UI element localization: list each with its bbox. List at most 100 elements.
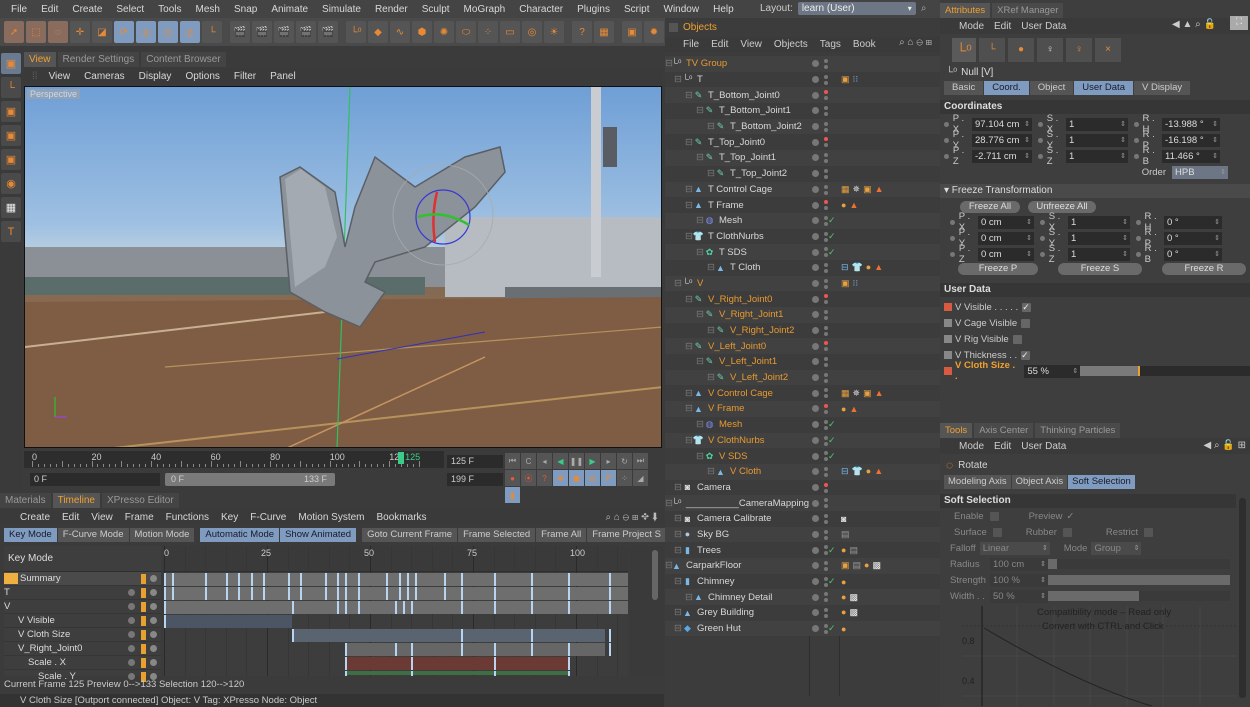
keyframe[interactable]: [345, 643, 348, 656]
viewport-menu-panel[interactable]: Panel: [263, 71, 303, 82]
keyframe[interactable]: [262, 573, 265, 586]
f-curve-mode-button[interactable]: F-Curve Mode: [57, 528, 129, 542]
keyframe[interactable]: [337, 573, 340, 586]
animate-dot[interactable]: [944, 153, 949, 159]
subtab-vdisplay[interactable]: V Display: [1133, 81, 1191, 95]
editor-render-toggle[interactable]: [824, 592, 828, 603]
user-data-checkbox[interactable]: [1021, 318, 1031, 328]
3d-viewport[interactable]: Perspective: [24, 86, 662, 448]
object-row[interactable]: ⊟ ✿ T SDS ✓: [665, 244, 940, 260]
editor-render-toggle[interactable]: [824, 106, 828, 117]
cube-icon[interactable]: ◆: [368, 21, 388, 43]
objects-menu-objects[interactable]: Objects: [768, 39, 814, 50]
timeline-menu-functions[interactable]: Functions: [160, 512, 215, 523]
object-row[interactable]: ⊟ ✎ V_Right_Joint1: [665, 307, 940, 323]
object-row[interactable]: ⊟ ✎ T_Bottom_Joint1: [665, 103, 940, 119]
object-row[interactable]: ⊟ └⁰ V ▣ ⁝⁝: [665, 275, 940, 292]
editor-render-toggle[interactable]: [824, 529, 828, 540]
radius-slider[interactable]: [1048, 559, 1230, 569]
user-data-checkbox[interactable]: [1012, 334, 1022, 344]
enabled-check-icon[interactable]: ✓: [828, 435, 836, 446]
freeze-section[interactable]: ▾ Freeze Transformation: [940, 184, 1250, 198]
menu-snap[interactable]: Snap: [227, 4, 264, 15]
keyframe[interactable]: [530, 573, 533, 586]
object-row[interactable]: ⊟ ▲ V Frame ● ▲: [665, 401, 940, 417]
tab-timeline[interactable]: Timeline: [52, 493, 100, 508]
frame-selected-button[interactable]: Frame Selected: [458, 528, 536, 542]
timeline-track-row[interactable]: V: [4, 600, 161, 614]
visibility-dot[interactable]: [812, 609, 819, 617]
animate-dot[interactable]: [950, 235, 955, 241]
editor-render-toggle[interactable]: [824, 372, 828, 383]
visibility-dot[interactable]: [812, 154, 819, 162]
timeline-track-row[interactable]: V Cloth Size: [4, 628, 161, 642]
object-name[interactable]: T_Top_Joint1: [719, 152, 776, 163]
keyframe[interactable]: [386, 587, 389, 600]
enabled-check-icon[interactable]: ✓: [828, 576, 836, 587]
goto-current-frame-button[interactable]: Goto Current Frame: [362, 528, 458, 542]
keyframe[interactable]: [164, 615, 166, 628]
s-value-field[interactable]: 1: [1068, 231, 1130, 245]
object-name[interactable]: T Cloth: [730, 262, 760, 273]
subtab-object[interactable]: Object: [1029, 81, 1074, 95]
timeline-nav-icons[interactable]: ⌕ ⌂ ⊖ ⊞ ✥ ⬇: [605, 512, 658, 523]
slider-handle[interactable]: [1138, 366, 1141, 376]
timeline-menu-create[interactable]: Create: [14, 512, 56, 523]
object-row[interactable]: ⊟ └⁰ __________CameraMapping: [665, 495, 940, 511]
dopesheet-track[interactable]: [163, 643, 628, 657]
editor-render-toggle[interactable]: [824, 513, 828, 524]
r-value-field[interactable]: 0 °: [1164, 215, 1222, 229]
keyframe[interactable]: [415, 573, 418, 586]
material-tag-icon[interactable]: ●: [866, 466, 871, 477]
transport-button[interactable]: ▸: [601, 453, 616, 469]
clapper-edit-icon[interactable]: 🎬: [296, 21, 316, 43]
keyframe[interactable]: [337, 601, 340, 614]
object-name[interactable]: V_Left_Joint1: [719, 356, 777, 367]
keyframe[interactable]: [357, 601, 360, 614]
key-button[interactable]: ◎: [585, 470, 600, 486]
object-row[interactable]: ⊟ ▮ Chimney ✓ ●: [665, 573, 940, 590]
animate-dot[interactable]: [944, 121, 949, 127]
visibility-dot[interactable]: [812, 170, 819, 178]
r-value-field[interactable]: 11.466 °: [1162, 149, 1220, 163]
xpresso-tag-icon[interactable]: ▦: [841, 388, 850, 399]
object-row[interactable]: ⊟ ▲ V Cloth ⊟ 👕 ● ▲: [665, 463, 940, 480]
material-tag-icon[interactable]: ●: [841, 404, 846, 414]
sky-icon[interactable]: ✹: [644, 21, 664, 43]
polygons-mode-icon[interactable]: ▣: [1, 149, 21, 170]
track-solo-dot[interactable]: [150, 659, 157, 666]
keyframe[interactable]: [567, 671, 570, 676]
object-row[interactable]: ⊟ ✎ V_Right_Joint0: [665, 291, 940, 307]
user-data-port-icon[interactable]: [944, 303, 952, 311]
animate-dot[interactable]: [1040, 235, 1045, 241]
keyframe[interactable]: [287, 573, 290, 586]
material-tag-icon[interactable]: ●: [841, 624, 846, 634]
object-name[interactable]: T SDS: [719, 247, 747, 258]
subtab-modeling-axis[interactable]: Modeling Axis: [944, 475, 1011, 489]
material-tag-icon[interactable]: ●: [841, 607, 846, 618]
animate-dot[interactable]: [1038, 153, 1043, 159]
object-row[interactable]: ⊟ ◙ Camera: [665, 479, 940, 496]
keyframe[interactable]: [411, 657, 414, 670]
cone-tag-icon[interactable]: ▲: [849, 200, 858, 210]
track-solo-dot[interactable]: [150, 603, 157, 610]
track-lock-icon[interactable]: [141, 601, 146, 612]
weight-tag-icon[interactable]: ✵: [853, 388, 861, 399]
enabled-check-icon[interactable]: ✓: [828, 419, 836, 430]
visibility-dot[interactable]: [812, 138, 819, 146]
visibility-dot[interactable]: [812, 327, 819, 335]
track-solo-dot[interactable]: [150, 589, 157, 596]
keyframe[interactable]: [345, 573, 348, 586]
object-name[interactable]: T ClothNurbs: [708, 231, 764, 242]
camera-icon[interactable]: ◎: [522, 21, 542, 43]
keyframe[interactable]: [164, 587, 166, 600]
tag-icon[interactable]: ♀: [1066, 38, 1092, 62]
object-name[interactable]: CarparkFloor: [686, 560, 741, 571]
particles-icon[interactable]: ⁘: [478, 21, 498, 43]
object-row[interactable]: ⊟ ▲ T Cloth ⊟ 👕 ● ▲: [665, 259, 940, 276]
enabled-check-icon[interactable]: ✓: [828, 231, 836, 242]
tools-nav-icons[interactable]: ◀ ⌕ 🔓 ⊞: [1204, 440, 1246, 451]
freeze-s-button[interactable]: Freeze S: [1058, 263, 1142, 275]
dopesheet-track[interactable]: [163, 573, 628, 587]
sphere-icon[interactable]: ●: [1008, 38, 1034, 62]
